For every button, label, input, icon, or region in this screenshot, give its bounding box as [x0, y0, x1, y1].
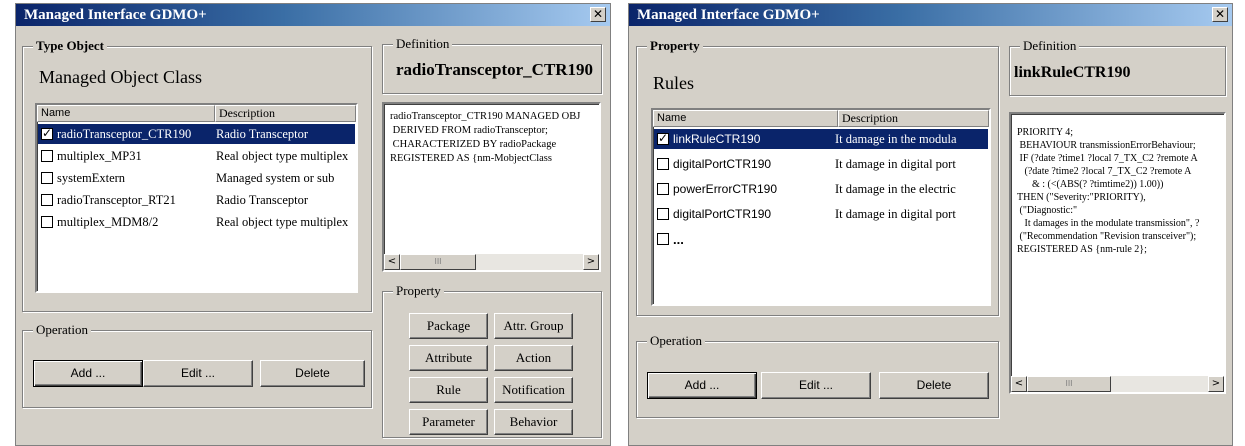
rule-button[interactable]: Rule [409, 377, 488, 403]
object-row-radioTransceptor-RT21[interactable]: radioTransceptor_RT21 Radio Transceptor [38, 190, 355, 210]
attr-group-button[interactable]: Attr. Group [494, 313, 573, 339]
left-edit-button[interactable]: Edit ... [143, 360, 253, 387]
right-title-bar[interactable]: Managed Interface GDMO+ ✕ [629, 4, 1232, 26]
rules-group: Property Rules Name Description linkRule… [636, 39, 999, 316]
rule-row-digitalPortCTR190-2[interactable]: digitalPortCTR190 It damage in digital p… [654, 204, 988, 224]
right-delete-button[interactable]: Delete [879, 372, 989, 399]
rule-row-linkRuleCTR190[interactable]: linkRuleCTR190 It damage in the modula [654, 129, 988, 149]
checkbox[interactable] [657, 158, 669, 170]
column-name[interactable]: Name [37, 105, 215, 122]
checkbox[interactable] [657, 208, 669, 220]
scroll-thumb[interactable]: III [400, 254, 476, 270]
object-row-multiplex-MP31[interactable]: multiplex_MP31 Real object type multiple… [38, 146, 355, 166]
left-window-title: Managed Interface GDMO+ [24, 7, 207, 23]
checkbox[interactable] [41, 150, 53, 162]
rule-row-more[interactable]: ... [654, 229, 988, 249]
left-definition-group: Definition radioTransceptor_CTR190 [382, 37, 602, 94]
rules-heading: Rules [653, 73, 695, 93]
object-row-radioTransceptor-CTR190[interactable]: radioTransceptor_CTR190 Radio Transcepto… [38, 124, 355, 144]
scroll-thumb[interactable]: III [1027, 376, 1111, 392]
checkbox[interactable] [657, 183, 669, 195]
object-list-header: Name Description [37, 105, 356, 122]
object-row-systemExtern[interactable]: systemExtern Managed system or sub [38, 168, 355, 188]
action-button[interactable]: Action [494, 345, 573, 371]
column-name[interactable]: Name [653, 110, 838, 127]
column-description[interactable]: Description [838, 110, 989, 127]
left-definition-text-box[interactable]: radioTransceptor_CTR190 MANAGED OBJ DERI… [382, 102, 601, 272]
object-row-multiplex-MDM8-2[interactable]: multiplex_MDM8/2 Real object type multip… [38, 212, 355, 232]
column-description[interactable]: Description [215, 105, 356, 122]
right-definition-hscrollbar[interactable]: < III > [1011, 376, 1224, 392]
checkbox[interactable] [657, 131, 669, 145]
parameter-button[interactable]: Parameter [409, 409, 488, 435]
rule-row-powerErrorCTR190[interactable]: powerErrorCTR190 It damage in the electr… [654, 179, 988, 199]
right-definition-text-box[interactable]: PRIORITY 4; BEHAVIOUR transmissionErrorB… [1009, 112, 1226, 394]
checkbox[interactable] [41, 172, 53, 184]
right-window: Managed Interface GDMO+ ✕ Property Rules… [628, 3, 1233, 446]
right-operation-label: Operation [647, 334, 705, 348]
left-definition-text: radioTransceptor_CTR190 MANAGED OBJ DERI… [390, 111, 581, 164]
left-window: Managed Interface GDMO+ ✕ Type Object Ma… [15, 3, 611, 446]
scroll-right-icon[interactable]: > [583, 254, 599, 270]
right-close-icon[interactable]: ✕ [1212, 7, 1228, 22]
rules-list[interactable]: Name Description linkRuleCTR190 It damag… [651, 108, 991, 306]
rules-property-label: Property [647, 39, 703, 53]
checkbox[interactable] [41, 126, 53, 140]
scroll-left-icon[interactable]: < [384, 254, 400, 270]
right-definition-name: linkRuleCTR190 [1014, 64, 1131, 81]
behavior-button[interactable]: Behavior [494, 409, 573, 435]
rules-list-header: Name Description [653, 110, 989, 127]
left-add-button[interactable]: Add ... [33, 360, 143, 387]
property-label: Property [393, 284, 444, 298]
left-operation-group: Operation Add ... Edit ... Delete [22, 323, 372, 408]
scroll-right-icon[interactable]: > [1208, 376, 1224, 392]
left-operation-label: Operation [33, 323, 91, 337]
notification-button[interactable]: Notification [494, 377, 573, 403]
managed-object-class-heading: Managed Object Class [39, 67, 202, 87]
right-definition-text: PRIORITY 4; BEHAVIOUR transmissionErrorB… [1017, 127, 1200, 255]
right-add-button[interactable]: Add ... [647, 372, 757, 399]
package-button[interactable]: Package [409, 313, 488, 339]
rule-row-digitalPortCTR190[interactable]: digitalPortCTR190 It damage in digital p… [654, 154, 988, 174]
left-title-bar[interactable]: Managed Interface GDMO+ ✕ [16, 4, 610, 26]
scroll-left-icon[interactable]: < [1011, 376, 1027, 392]
checkbox[interactable] [657, 233, 669, 245]
left-close-icon[interactable]: ✕ [590, 7, 606, 22]
left-delete-button[interactable]: Delete [260, 360, 365, 387]
right-window-title: Managed Interface GDMO+ [637, 7, 820, 23]
checkbox[interactable] [41, 216, 53, 228]
right-definition-label: Definition [1020, 39, 1080, 53]
checkbox[interactable] [41, 194, 53, 206]
left-definition-name: radioTransceptor_CTR190 [396, 60, 594, 79]
left-definition-label: Definition [393, 37, 453, 51]
right-definition-group: Definition linkRuleCTR190 [1009, 39, 1226, 96]
type-object-group: Type Object Managed Object Class Name De… [22, 39, 372, 312]
right-operation-group: Operation Add ... Edit ... Delete [636, 334, 999, 418]
object-list[interactable]: Name Description radioTransceptor_CTR190… [35, 103, 358, 293]
property-group: Property Package Attr. Group Attribute A… [382, 284, 602, 438]
attribute-button[interactable]: Attribute [409, 345, 488, 371]
type-object-label: Type Object [33, 39, 107, 53]
left-definition-hscrollbar[interactable]: < III > [384, 254, 599, 270]
right-edit-button[interactable]: Edit ... [761, 372, 871, 399]
